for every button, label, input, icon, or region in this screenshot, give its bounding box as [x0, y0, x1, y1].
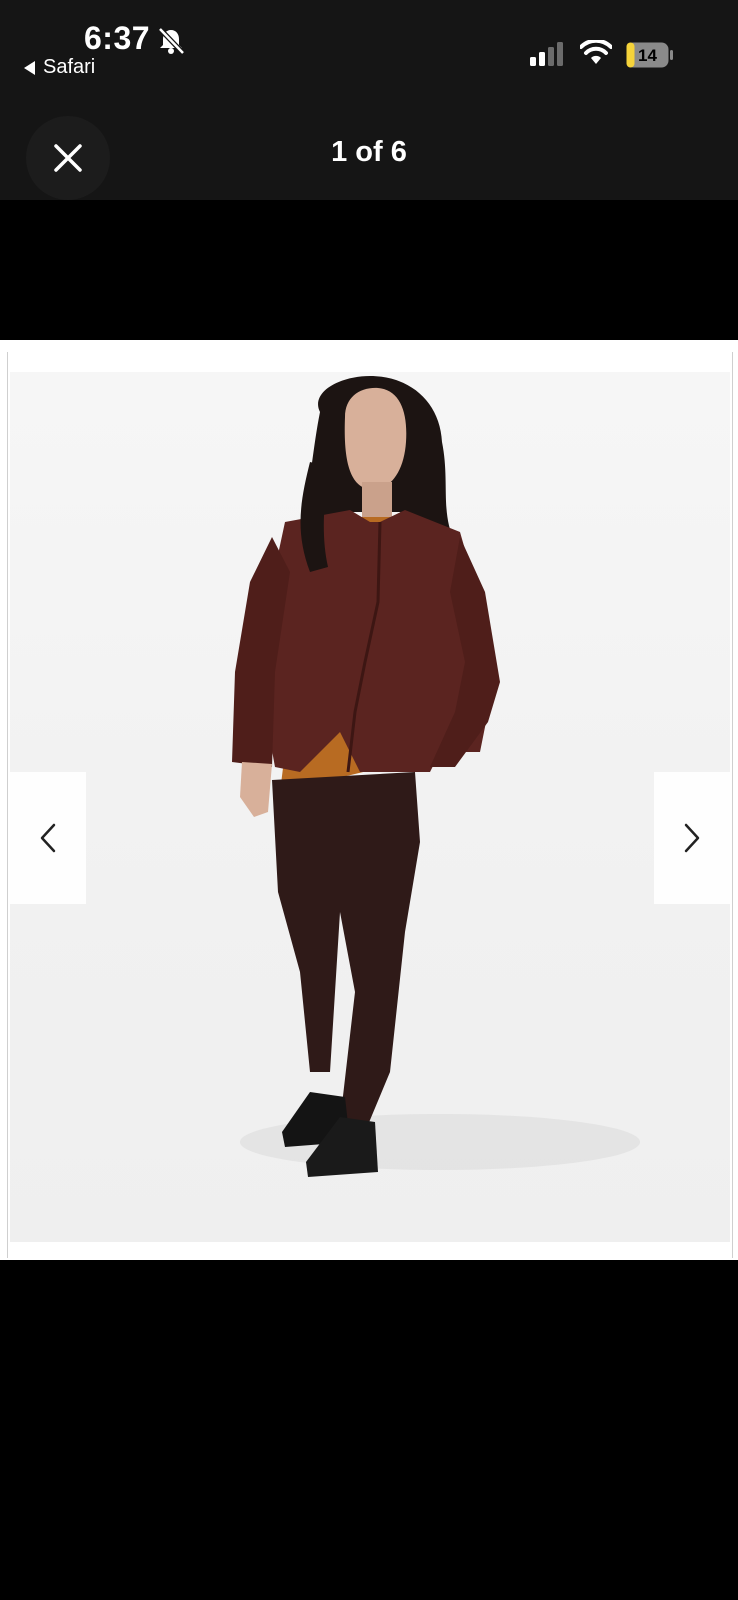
- battery-icon: 14: [626, 42, 673, 68]
- gallery-viewer: [0, 340, 738, 1260]
- frame-border-left: [7, 352, 8, 1258]
- back-triangle-icon: [24, 60, 35, 75]
- status-time: 6:37: [84, 20, 151, 56]
- battery-level: 14: [638, 46, 657, 65]
- page-title: 1 of 6: [331, 136, 407, 168]
- chevron-right-icon: [684, 823, 700, 853]
- top-bar: 6:37 Safari 14 1 of 6: [0, 0, 738, 200]
- bell-slash-icon: [158, 27, 185, 55]
- model-illustration: [232, 376, 640, 1177]
- wifi-icon: [580, 40, 612, 64]
- chevron-left-icon: [40, 823, 56, 853]
- previous-image-button[interactable]: [10, 772, 86, 904]
- cellular-signal-icon: [530, 42, 563, 66]
- frame-border-right: [732, 352, 733, 1258]
- back-to-app-button[interactable]: Safari: [24, 56, 95, 79]
- back-app-label: Safari: [43, 56, 96, 78]
- next-image-button[interactable]: [654, 772, 730, 904]
- product-photo[interactable]: [10, 372, 730, 1242]
